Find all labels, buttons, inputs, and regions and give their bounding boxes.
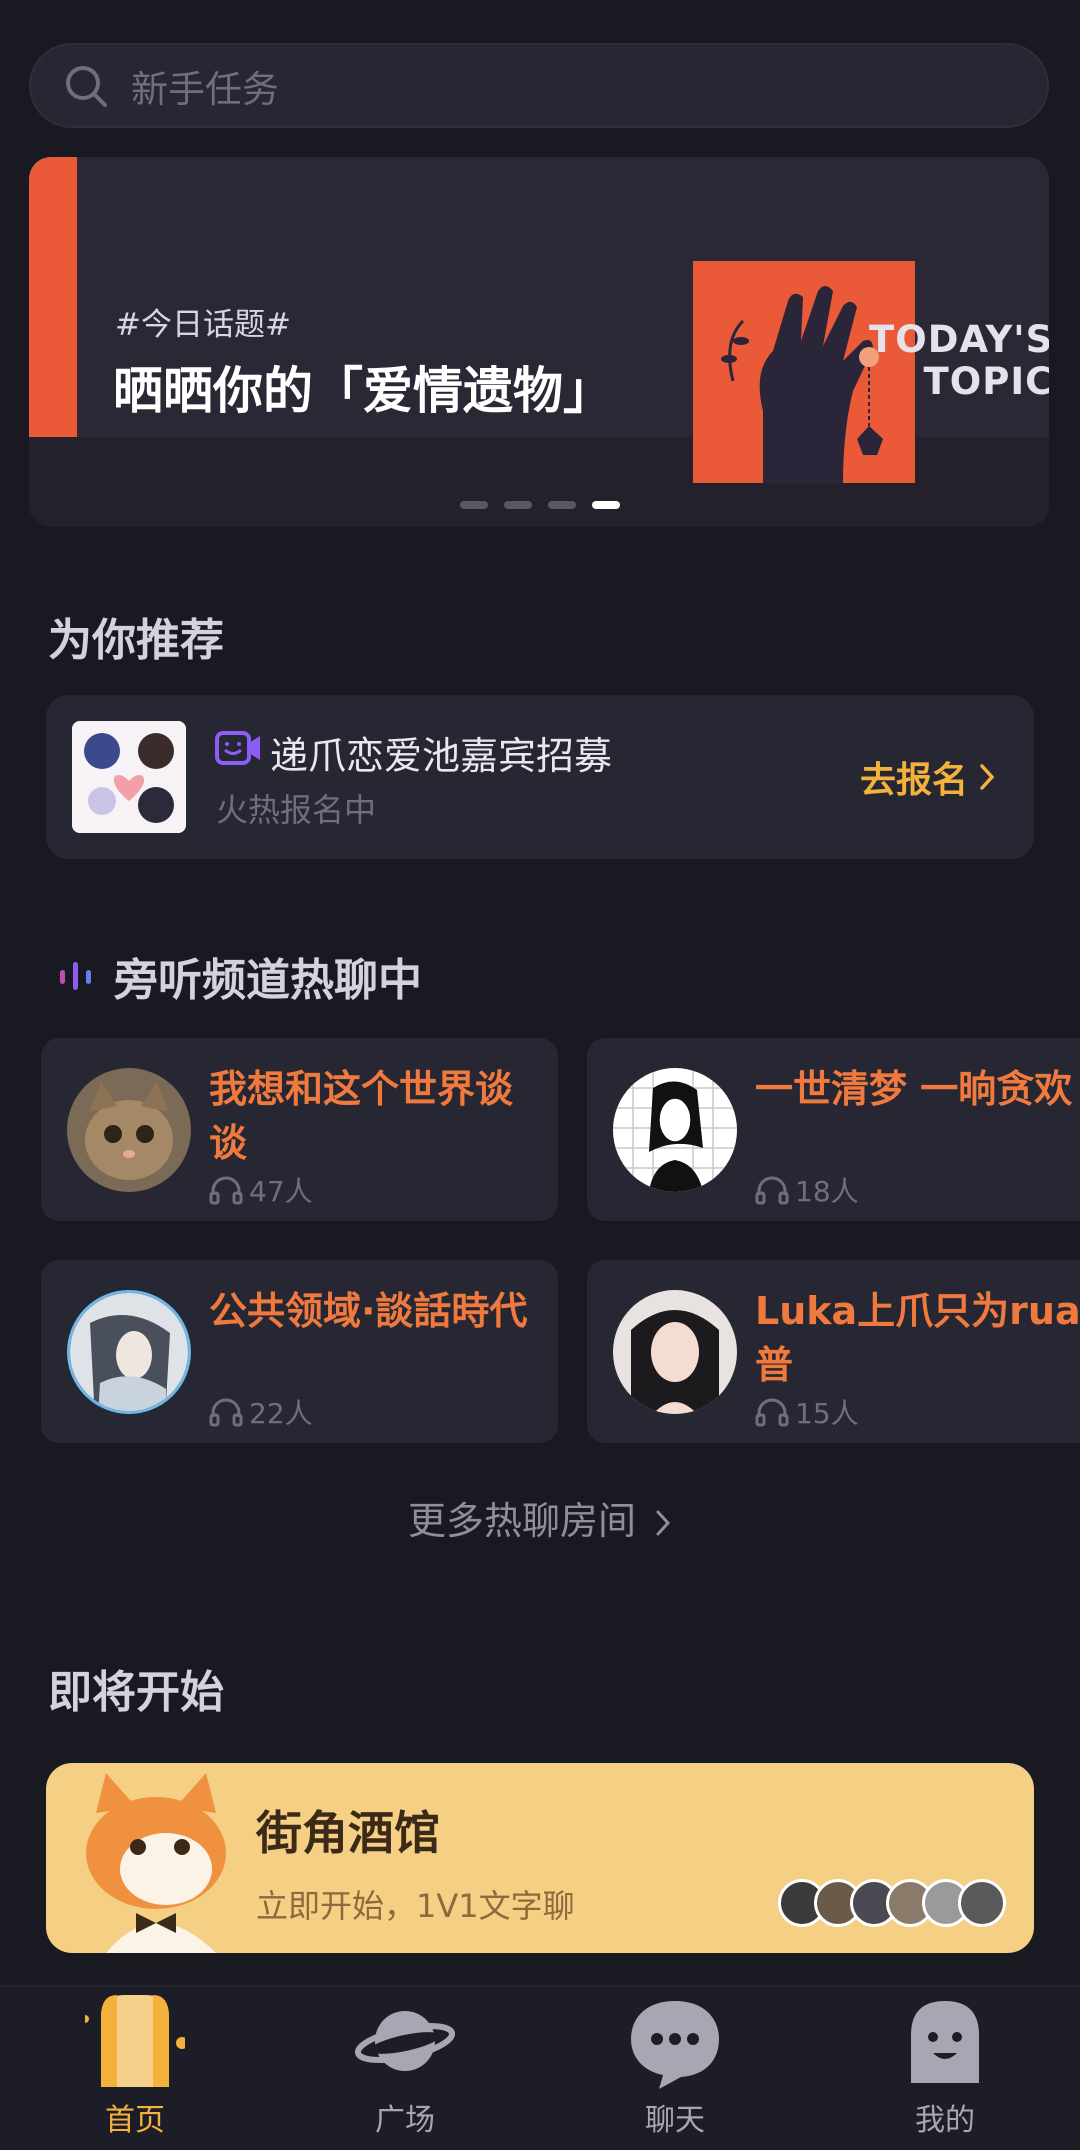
recommend-card[interactable]: 递爪恋爱池嘉宾招募 火热报名中 去报名 [46, 695, 1034, 859]
audio-wave-icon [60, 962, 91, 990]
upcoming-card-tavern[interactable]: 街角酒馆 立即开始，1V1文字聊 [46, 1763, 1034, 1953]
search-placeholder: 新手任务 [131, 67, 279, 111]
tab-me[interactable]: 我的 [810, 1987, 1080, 2150]
search-icon [66, 65, 107, 107]
tab-label: 聊天 [645, 2103, 705, 2138]
hot-rooms-header: 旁听频道热聊中 [56, 944, 422, 1008]
room-card[interactable]: 我想和这个世界谈谈 47人 [41, 1038, 558, 1221]
upcoming-title: 街角酒馆 [256, 1806, 440, 1860]
headphones-icon [209, 1176, 243, 1205]
ghost-profile-icon [911, 2001, 979, 2083]
hot-rooms-title: 旁听频道热聊中 [114, 955, 422, 1006]
room-name: Luka上爪只为rua普 [755, 1289, 1080, 1387]
upcoming-subtitle: 立即开始，1V1文字聊 [256, 1887, 575, 1925]
recommend-section-title: 为你推荐 [48, 615, 224, 666]
avatar [958, 1879, 1006, 1927]
room-avatar-painting [67, 1290, 191, 1414]
room-count-label: 18人 [795, 1175, 859, 1208]
headphones-icon [755, 1398, 789, 1427]
more-rooms-label: 更多热聊房间 [407, 1499, 636, 1543]
pager-dot[interactable] [460, 501, 488, 509]
room-card[interactable]: 公共领域·談話時代 22人 [41, 1260, 558, 1443]
tab-label: 广场 [375, 2103, 435, 2138]
todays-topic-label: TODAY'S TOPIC [869, 319, 1049, 403]
banner-accent-stripe [29, 157, 77, 467]
room-listener-count: 47人 [209, 1170, 313, 1210]
recommend-subtitle: 火热报名中 [216, 791, 377, 829]
chevron-right-icon [656, 1510, 671, 1536]
home-curtain-icon [85, 1995, 185, 2087]
chevron-right-icon [980, 764, 995, 790]
recommend-title: 递爪恋爱池嘉宾招募 [270, 734, 613, 778]
tab-square[interactable]: 广场 [270, 1987, 540, 2150]
topic-banner[interactable]: #今日话题# 晒晒你的「爱情遗物」 TODAY'S TOPIC [29, 157, 1049, 527]
signup-label: 去报名 [859, 760, 968, 801]
tab-chat[interactable]: 聊天 [540, 1987, 810, 2150]
signup-button[interactable]: 去报名 [860, 751, 996, 803]
topic-line-1: TODAY'S [869, 318, 1049, 361]
room-avatar-kitten [67, 1068, 191, 1192]
search-bar[interactable]: 新手任务 [29, 43, 1049, 128]
headphones-icon [755, 1176, 789, 1205]
room-name: 我想和这个世界谈谈 [209, 1067, 514, 1165]
room-card[interactable]: Luka上爪只为rua普 15人 [587, 1260, 1080, 1443]
room-card[interactable]: 一世清梦 一晌贪欢 18人 [587, 1038, 1080, 1221]
room-count-label: 47人 [249, 1175, 313, 1208]
planet-icon [355, 2011, 455, 2071]
room-listener-count: 15人 [755, 1392, 859, 1432]
recommend-thumbnail [72, 721, 186, 833]
headphones-icon [209, 1398, 243, 1427]
banner-title: 晒晒你的「爱情遗物」 [113, 362, 613, 420]
tab-home[interactable]: 首页 [0, 1987, 270, 2150]
upcoming-section-title: 即将开始 [48, 1667, 224, 1718]
room-avatar-illustration [613, 1068, 737, 1192]
cat-bowtie-illustration [86, 1773, 226, 1953]
topic-line-2: TOPIC [923, 360, 1049, 403]
room-name: 一世清梦 一晌贪欢 [755, 1067, 1073, 1111]
room-avatar-photo [613, 1290, 737, 1414]
banner-pager [460, 501, 620, 509]
participant-avatars [778, 1879, 1006, 1927]
pager-dot[interactable] [548, 501, 576, 509]
tab-label: 首页 [105, 2103, 165, 2138]
banner-tag: #今日话题# [115, 307, 291, 343]
room-listener-count: 18人 [755, 1170, 859, 1210]
more-rooms-link[interactable]: 更多热聊房间 [0, 1490, 1080, 1545]
room-count-label: 15人 [795, 1397, 859, 1430]
room-listener-count: 22人 [209, 1392, 313, 1432]
video-camera-icon [215, 731, 260, 765]
room-name: 公共领域·談話時代 [209, 1289, 528, 1333]
pager-dot-active[interactable] [592, 501, 620, 509]
chat-bubble-icon [631, 2001, 719, 2089]
pager-dot[interactable] [504, 501, 532, 509]
room-count-label: 22人 [249, 1397, 313, 1430]
tab-label: 我的 [915, 2103, 975, 2138]
bottom-tab-bar: 首页 广场 聊天 我的 [0, 1985, 1080, 2150]
